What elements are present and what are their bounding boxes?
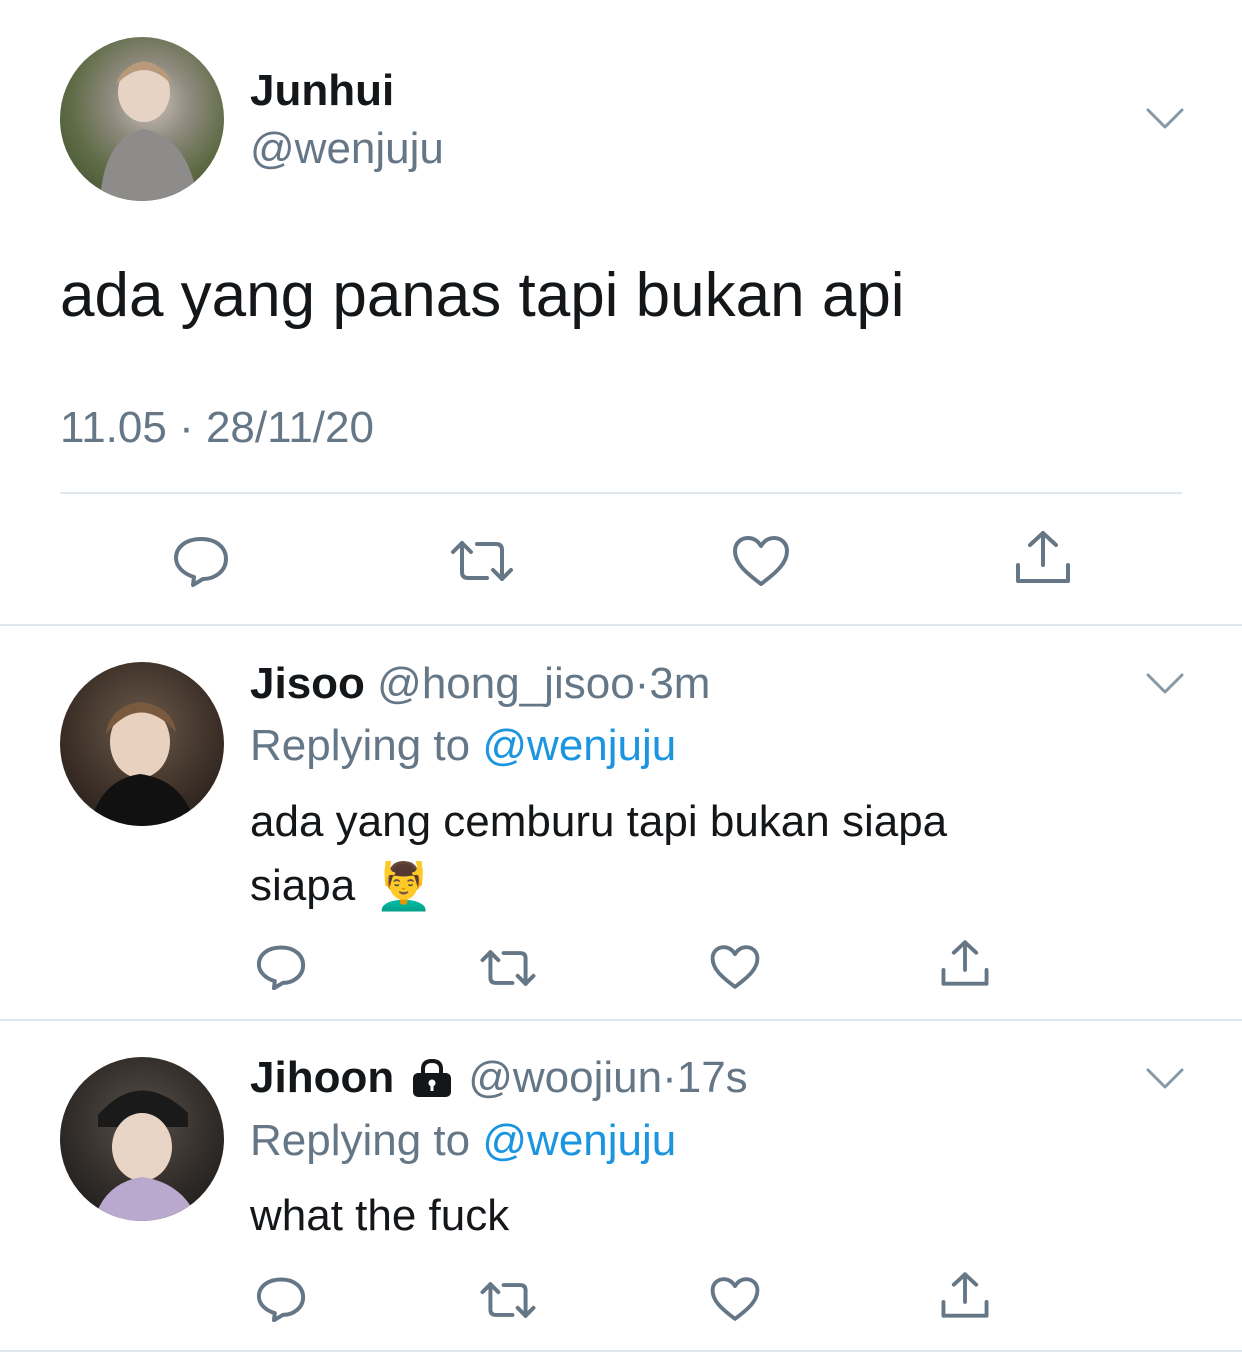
reply-text-line: siapa 💆‍♂️ <box>250 854 947 918</box>
chevron-down-icon[interactable] <box>1145 1066 1185 1092</box>
share-icon <box>941 940 989 986</box>
share-button[interactable] <box>1012 526 1074 588</box>
replying-to-link[interactable]: @wenjuju <box>482 721 676 770</box>
share-button[interactable] <box>938 1268 992 1322</box>
replying-to-line: Replying to @wenjuju <box>250 718 676 774</box>
reply-header: Jihoon @woojiun · 17s <box>250 1050 748 1106</box>
reply-button[interactable] <box>254 1272 308 1326</box>
display-name[interactable]: Jihoon <box>250 1050 394 1106</box>
emoji: 💆‍♂️ <box>375 860 433 912</box>
avatar[interactable] <box>60 662 224 826</box>
reply-icon <box>256 945 306 990</box>
reply-icon <box>256 1277 306 1322</box>
retweet-icon <box>480 950 536 986</box>
avatar[interactable] <box>60 1057 224 1221</box>
reply-button[interactable] <box>254 940 308 994</box>
replying-prefix: Replying to <box>250 1116 471 1165</box>
divider <box>0 1350 1242 1352</box>
replying-prefix: Replying to <box>250 721 471 770</box>
reply-button[interactable] <box>170 530 232 592</box>
retweet-icon <box>480 1282 536 1318</box>
like-icon <box>733 536 789 586</box>
reply-time[interactable]: 17s <box>677 1050 748 1106</box>
like-icon <box>710 1277 760 1321</box>
reply-text-line: ada yang cemburu tapi bukan siapa <box>250 797 948 846</box>
handle[interactable]: @hong_jisoo <box>377 659 635 708</box>
handle[interactable]: @woojiun <box>468 1050 662 1106</box>
display-name[interactable]: Junhui <box>250 64 394 118</box>
reply-header: Jisoo @hong_jisoo·3m <box>250 656 710 712</box>
like-button[interactable] <box>708 940 762 994</box>
chevron-down-icon[interactable] <box>1145 106 1185 132</box>
reply-icon <box>174 537 228 587</box>
separator: · <box>662 1053 677 1102</box>
share-button[interactable] <box>938 936 992 990</box>
like-icon <box>710 945 760 989</box>
tweet-timestamp[interactable]: 11.05 · 28/11/20 <box>60 400 374 456</box>
reply-text: what the fuck <box>250 1191 510 1240</box>
lock-icon <box>413 1058 452 1097</box>
handle[interactable]: @wenjuju <box>250 122 444 176</box>
separator: · <box>634 659 650 708</box>
display-name[interactable]: Jisoo <box>250 659 365 708</box>
like-button[interactable] <box>708 1272 762 1326</box>
retweet-icon <box>451 541 513 581</box>
retweet-button[interactable] <box>447 530 517 592</box>
share-icon <box>1016 531 1070 583</box>
like-button[interactable] <box>730 530 792 592</box>
divider <box>0 624 1242 626</box>
share-icon <box>941 1272 989 1318</box>
chevron-down-icon[interactable] <box>1145 671 1185 697</box>
divider <box>0 1019 1242 1021</box>
tweet-text: ada yang panas tapi bukan api <box>60 261 905 330</box>
replying-to-line: Replying to @wenjuju <box>250 1113 676 1169</box>
avatar[interactable] <box>60 37 224 201</box>
reply-time[interactable]: 3m <box>649 659 710 708</box>
replying-to-link[interactable]: @wenjuju <box>482 1116 676 1165</box>
retweet-button[interactable] <box>478 1274 538 1326</box>
reply-text: ada yang cemburu tapi bukan siapa siapa … <box>250 790 947 918</box>
retweet-button[interactable] <box>478 942 538 994</box>
divider <box>60 492 1182 494</box>
